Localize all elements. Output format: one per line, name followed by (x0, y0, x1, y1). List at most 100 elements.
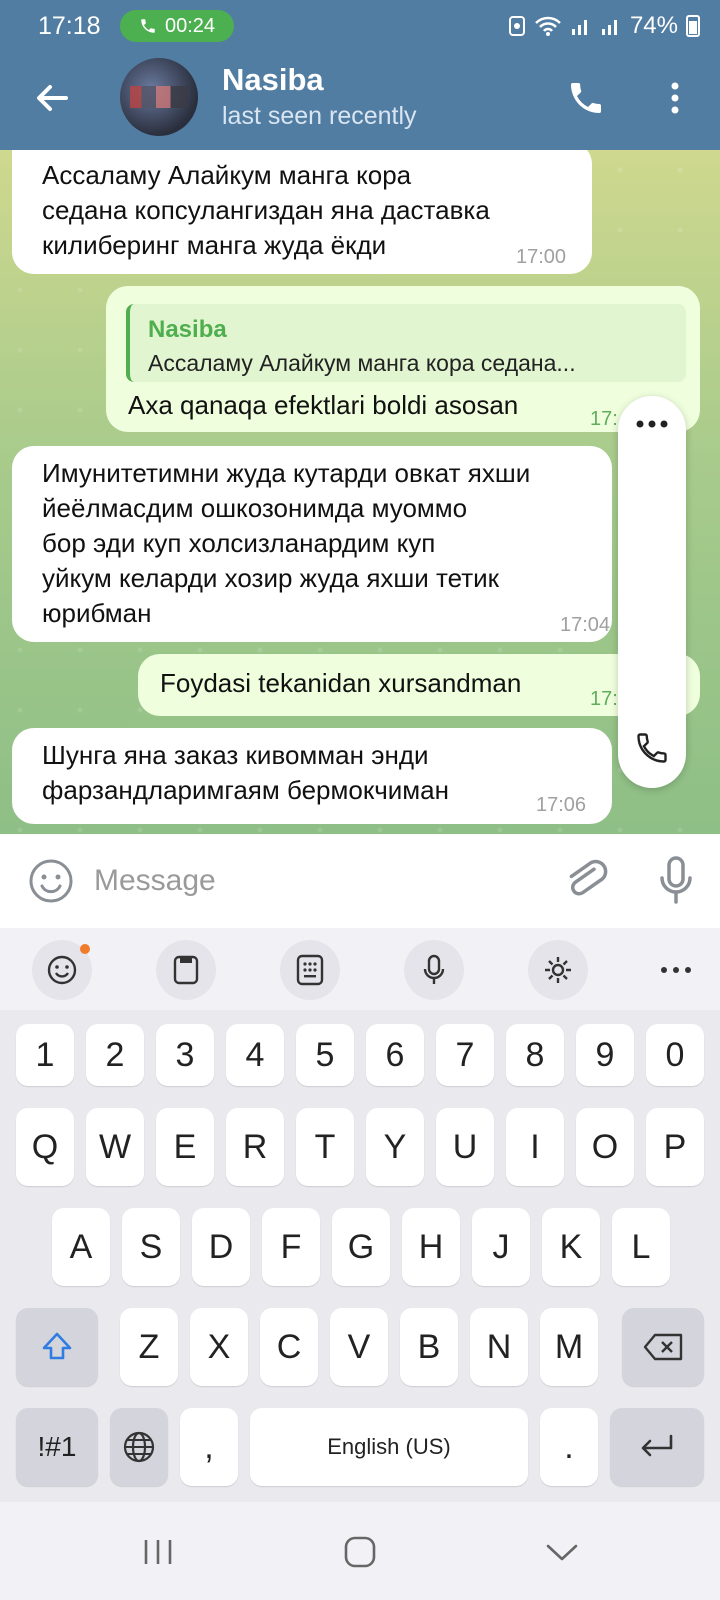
emoji-icon (47, 955, 77, 985)
reply-preview[interactable]: Nasiba Ассаламу Алайкум манга кора седан… (126, 304, 686, 382)
contact-status: last seen recently (222, 102, 417, 130)
key-k[interactable]: K (542, 1208, 600, 1286)
key-d[interactable]: D (192, 1208, 250, 1286)
message-time: 17: (590, 688, 618, 710)
message-outgoing[interactable]: Nasiba Ассаламу Алайкум манга кора седан… (106, 286, 700, 432)
message-line: бор эди куп холсизланардим куп (42, 528, 436, 558)
language-key[interactable] (110, 1408, 168, 1486)
key-y[interactable]: Y (366, 1108, 424, 1186)
key-5[interactable]: 5 (296, 1024, 354, 1086)
key-t[interactable]: T (296, 1108, 354, 1186)
key-9[interactable]: 9 (576, 1024, 634, 1086)
backspace-key[interactable] (622, 1308, 704, 1386)
contact-name[interactable]: Nasiba (222, 62, 324, 98)
key-l[interactable]: L (612, 1208, 670, 1286)
key-r[interactable]: R (226, 1108, 284, 1186)
microphone-icon[interactable] (652, 854, 700, 906)
key-8[interactable]: 8 (506, 1024, 564, 1086)
battery-percent: 74% (629, 12, 678, 39)
globe-icon (123, 1431, 155, 1463)
period-key[interactable]: . (540, 1408, 598, 1486)
phone-icon (141, 19, 155, 33)
message-line: Axa qanaqa efektlari boldi asosan (128, 390, 519, 420)
more-vertical-icon[interactable] (660, 78, 690, 118)
notification-dot (80, 944, 90, 954)
chat-area[interactable]: Ассаламу Алайкум манга кора седана копсу… (0, 150, 720, 834)
keypad-button[interactable] (280, 940, 340, 1000)
key-w[interactable]: W (86, 1108, 144, 1186)
call-duration: 00:24 (164, 14, 216, 37)
key-h[interactable]: H (402, 1208, 460, 1286)
key-o[interactable]: O (576, 1108, 634, 1186)
voice-input-button[interactable] (404, 940, 464, 1000)
message-incoming[interactable]: Имунитетимни жуда кутарди овкат яхши йеё… (12, 446, 612, 642)
key-j[interactable]: J (472, 1208, 530, 1286)
gear-icon (545, 957, 571, 983)
hide-keyboard-icon[interactable] (542, 1532, 582, 1572)
ongoing-call-pill[interactable]: 00:24 (120, 10, 234, 42)
recent-apps-icon[interactable] (138, 1532, 178, 1572)
key-e[interactable]: E (156, 1108, 214, 1186)
message-incoming[interactable]: Ассаламу Алайкум манга кора седана копсу… (12, 150, 592, 274)
key-p[interactable]: P (646, 1108, 704, 1186)
reply-author: Nasiba (148, 316, 227, 343)
key-c[interactable]: C (260, 1308, 318, 1386)
floating-call-panel[interactable] (618, 396, 686, 788)
key-i[interactable]: I (506, 1108, 564, 1186)
battery-icon (686, 15, 700, 37)
key-a[interactable]: A (52, 1208, 110, 1286)
phone-icon[interactable] (634, 730, 670, 766)
system-nav-bar (0, 1502, 720, 1600)
message-input[interactable] (94, 854, 534, 908)
message-line: уйкум келарди хозир жуда яхши тетик (42, 563, 500, 593)
message-line: Foydasi tekanidan xursandman (160, 668, 522, 698)
key-x[interactable]: X (190, 1308, 248, 1386)
shift-key[interactable] (16, 1308, 98, 1386)
key-n[interactable]: N (470, 1308, 528, 1386)
chat-header: Nasiba last seen recently (0, 52, 720, 150)
comma-key[interactable]: , (180, 1408, 238, 1486)
key-f[interactable]: F (262, 1208, 320, 1286)
message-composer (0, 834, 720, 928)
key-0[interactable]: 0 (646, 1024, 704, 1086)
message-time: 17:04 (560, 614, 611, 636)
status-time: 17:18 (38, 12, 101, 40)
avatar[interactable] (120, 58, 198, 136)
key-b[interactable]: B (400, 1308, 458, 1386)
message-line: йеёлмасдим ошкозонимда муоммо (42, 493, 468, 523)
message-line: Шунга яна заказ кивомман энди (42, 740, 429, 770)
key-4[interactable]: 4 (226, 1024, 284, 1086)
wifi-icon (535, 16, 561, 36)
key-q[interactable]: Q (16, 1108, 74, 1186)
keyboard-settings-button[interactable] (528, 940, 588, 1000)
key-2[interactable]: 2 (86, 1024, 144, 1086)
home-icon[interactable] (340, 1532, 380, 1572)
keyboard-more-button[interactable] (646, 940, 706, 1000)
clipboard-button[interactable] (156, 940, 216, 1000)
message-outgoing[interactable]: Foydasi tekanidan xursandman 17: (138, 654, 700, 716)
emoji-icon[interactable] (28, 858, 74, 904)
enter-icon (641, 1434, 673, 1457)
paperclip-icon[interactable] (562, 856, 610, 904)
message-incoming[interactable]: Шунга яна заказ кивомман энди фарзандлар… (12, 728, 612, 824)
reply-text: Ассаламу Алайкум манга кора седана... (148, 350, 576, 376)
key-g[interactable]: G (332, 1208, 390, 1286)
keyboard-emoji-button[interactable] (32, 940, 92, 1000)
signal-icon (571, 20, 587, 35)
enter-key[interactable] (610, 1408, 704, 1486)
key-m[interactable]: M (540, 1308, 598, 1386)
back-arrow-icon[interactable] (32, 78, 72, 118)
key-7[interactable]: 7 (436, 1024, 494, 1086)
key-u[interactable]: U (436, 1108, 494, 1186)
keyboard-toolbar (0, 928, 720, 1010)
space-key[interactable]: English (US) (250, 1408, 528, 1486)
key-1[interactable]: 1 (16, 1024, 74, 1086)
key-z[interactable]: Z (120, 1308, 178, 1386)
key-s[interactable]: S (122, 1208, 180, 1286)
key-v[interactable]: V (330, 1308, 388, 1386)
key-3[interactable]: 3 (156, 1024, 214, 1086)
symbols-key[interactable]: !#1 (16, 1408, 98, 1486)
more-horizontal-icon[interactable] (632, 412, 672, 436)
call-icon[interactable] (566, 78, 606, 118)
key-6[interactable]: 6 (366, 1024, 424, 1086)
